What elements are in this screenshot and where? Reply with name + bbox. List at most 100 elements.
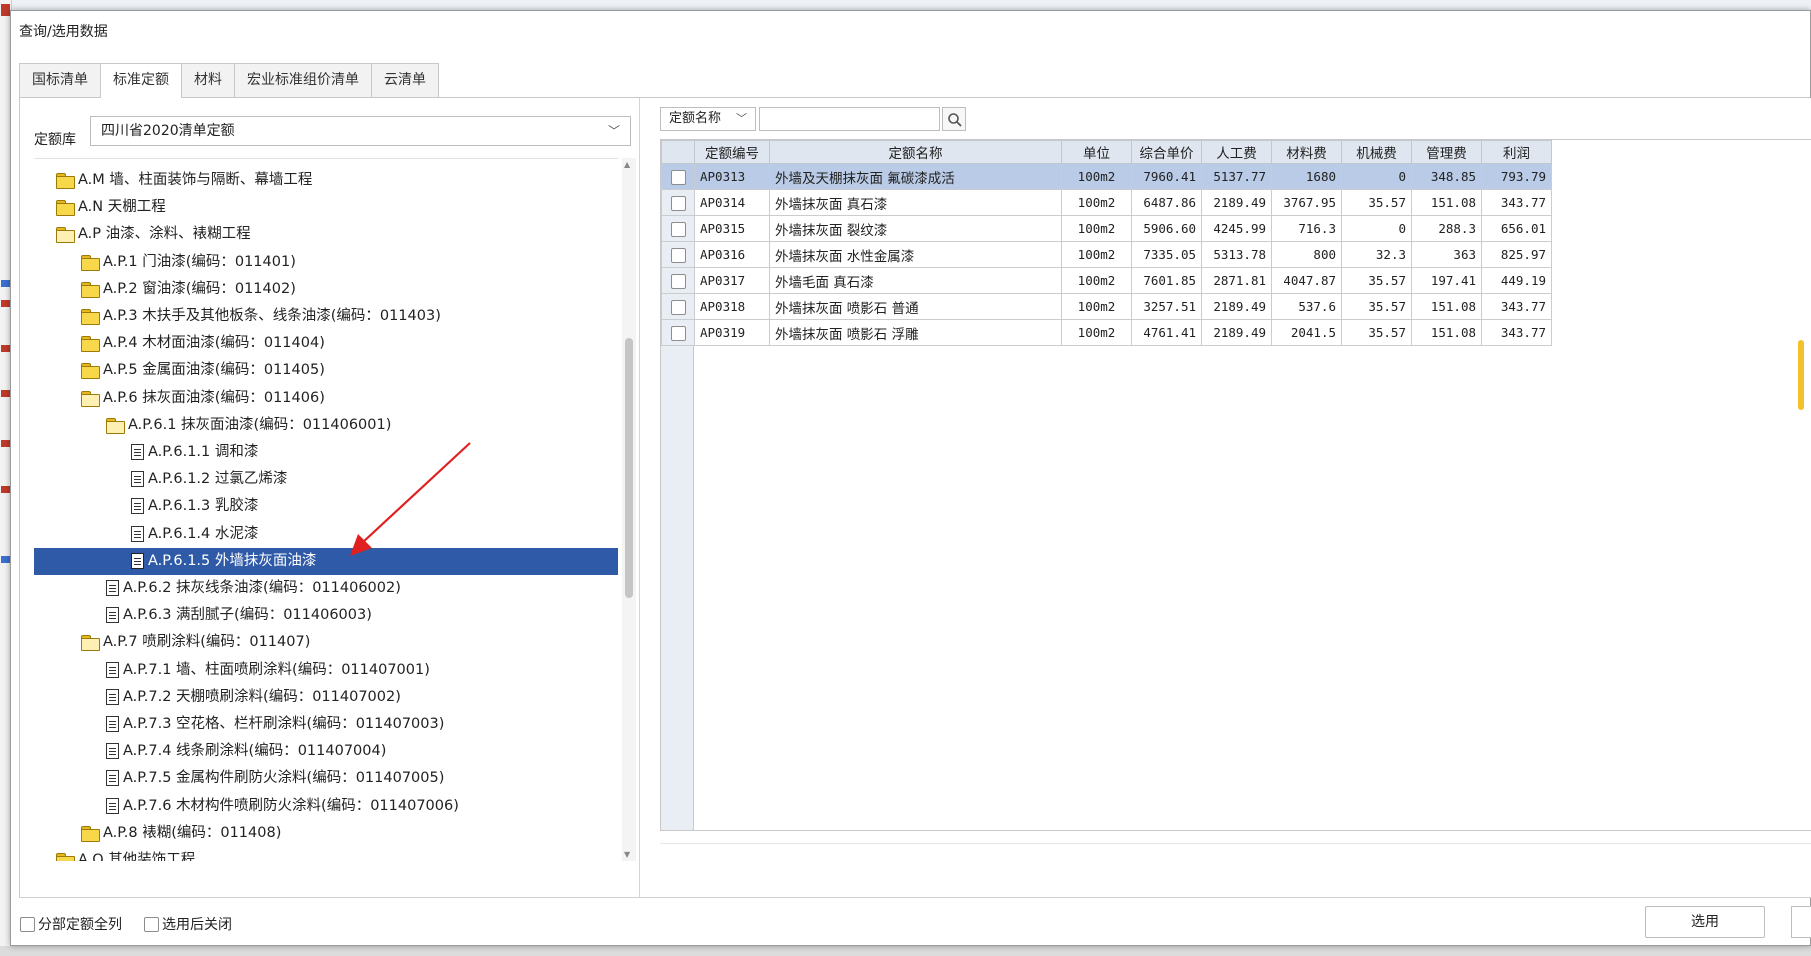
tree-item[interactable]: A.P.4 木材面油漆(编码：011404) <box>34 330 618 357</box>
row-checkbox[interactable] <box>670 221 686 237</box>
tree-item-label: A.P.4 木材面油漆(编码：011404) <box>103 335 325 352</box>
quota-library-select[interactable]: 四川省2020清单定额 ﹀ <box>90 116 631 146</box>
table-row[interactable]: AP0319 外墙抹灰面 喷影石 浮雕 100m2 4761.41 2189.49 204… <box>661 319 1552 346</box>
tree-item[interactable]: A.P.7.4 线条刷涂料(编码：011407004) <box>34 738 618 765</box>
tree-scrollbar-thumb[interactable] <box>625 338 633 598</box>
dialog-titlebar: 查询/选用数据 <box>11 11 1810 51</box>
scroll-down-icon[interactable]: ▼ <box>624 850 630 859</box>
search-button[interactable] <box>942 107 966 131</box>
tree-item[interactable]: A.P.6.1.5 外墙抹灰面油漆 <box>34 547 618 575</box>
table-row[interactable]: AP0315 外墙抹灰面 裂纹漆 100m2 5906.60 4245.99 716.3 0… <box>661 215 1552 242</box>
row-checkbox-cell[interactable] <box>661 189 695 216</box>
tree-item[interactable]: A.P.7.2 天棚喷刷涂料(编码：011407002) <box>34 684 618 711</box>
col-header-name[interactable]: 定额名称 <box>769 140 1062 164</box>
col-header-unit[interactable]: 单位 <box>1061 140 1132 164</box>
close-after-select-label: 选用后关闭 <box>162 917 232 933</box>
row-checkbox-cell[interactable] <box>661 215 695 242</box>
col-header-machine[interactable]: 机械费 <box>1341 140 1412 164</box>
cell-machine: 0 <box>1341 163 1412 190</box>
row-checkbox[interactable] <box>670 195 686 211</box>
close-after-select-checkbox[interactable]: 选用后关闭 <box>144 914 232 934</box>
tree-item[interactable]: A.P.6.1.4 水泥漆 <box>34 521 618 548</box>
row-checkbox[interactable] <box>670 325 686 341</box>
col-header-labor[interactable]: 人工费 <box>1201 140 1272 164</box>
tree-item[interactable]: A.P.6.1.1 调和漆 <box>34 439 618 466</box>
row-checkbox-cell[interactable] <box>661 293 695 320</box>
tree-item-label: A.P.6.3 满刮腻子(编码：011406003) <box>123 607 372 624</box>
tree-item[interactable]: A.P.7 喷刷涂料(编码：011407) <box>34 629 618 656</box>
tree-item[interactable]: A.P.6.1.3 乳胶漆 <box>34 493 618 520</box>
table-row[interactable]: AP0313 外墙及天棚抹灰面 氟碳漆成活 100m2 7960.41 5137.77 1… <box>661 163 1552 190</box>
table-row[interactable]: AP0317 外墙毛面 真石漆 100m2 7601.85 2871.81 4047.87… <box>661 267 1552 294</box>
chevron-down-icon: ﹀ <box>607 124 620 138</box>
folder-closed-icon <box>81 281 100 298</box>
cell-code: AP0313 <box>694 163 770 190</box>
table-row[interactable]: AP0314 外墙抹灰面 真石漆 100m2 6487.86 2189.49 3767.9… <box>661 189 1552 216</box>
row-checkbox[interactable] <box>670 247 686 263</box>
tree-item[interactable]: A.P.7.6 木材构件喷刷防火涂料(编码：011407006) <box>34 793 618 820</box>
scroll-up-icon[interactable]: ▲ <box>624 160 630 169</box>
tab-hongye-standard-list[interactable]: 宏业标准组价清单 <box>234 63 372 97</box>
tree-item[interactable]: A.P.3 木扶手及其他板条、线条油漆(编码：011403) <box>34 303 618 330</box>
tree-item[interactable]: A.P.5 金属面油漆(编码：011405) <box>34 357 618 384</box>
cell-name: 外墙抹灰面 裂纹漆 <box>769 215 1062 242</box>
show-all-quota-checkbox[interactable]: 分部定额全列 <box>20 914 122 934</box>
row-checkbox-cell[interactable] <box>661 163 695 190</box>
tree-item[interactable]: A.P.7.3 空花格、栏杆刷涂料(编码：011407003) <box>34 711 618 738</box>
quota-list-panel: 定额名称 ﹀ 定额编号 定额名称 单位 综合单价 人工费 材料费 机械费 管理费… <box>641 98 1811 898</box>
tree-item[interactable]: A.M 墙、柱面装饰与隔断、幕墙工程 <box>34 167 618 194</box>
cell-code: AP0319 <box>694 319 770 346</box>
tree-item-label: A.P.7 喷刷涂料(编码：011407) <box>103 634 311 651</box>
cell-name: 外墙及天棚抹灰面 氟碳漆成活 <box>769 163 1062 190</box>
tree-item[interactable]: A.P.6.1.2 过氯乙烯漆 <box>34 466 618 493</box>
row-checkbox[interactable] <box>670 299 686 315</box>
cell-material: 1680 <box>1271 163 1342 190</box>
row-checkbox-cell[interactable] <box>661 319 695 346</box>
search-field-select[interactable]: 定额名称 ﹀ <box>660 107 756 131</box>
row-checkbox-cell[interactable] <box>661 241 695 268</box>
search-input[interactable] <box>759 107 940 131</box>
select-button[interactable]: 选用 <box>1645 906 1765 938</box>
tree-item-label: A.P.2 窗油漆(编码：011402) <box>103 280 296 297</box>
cell-unit-price: 7960.41 <box>1131 163 1202 190</box>
checkbox-box[interactable] <box>144 916 159 932</box>
tab-materials[interactable]: 材料 <box>181 63 235 97</box>
tree-item[interactable]: A.P.6 抹灰面油漆(编码：011406) <box>34 385 618 412</box>
cancel-button[interactable] <box>1791 906 1811 938</box>
table-row[interactable]: AP0316 外墙抹灰面 水性金属漆 100m2 7335.05 5313.78 800 3… <box>661 241 1552 268</box>
tree-item[interactable]: A.P.6.1 抹灰面油漆(编码：011406001) <box>34 412 618 439</box>
tree-item[interactable]: A.N 天棚工程 <box>34 194 618 221</box>
cell-management: 197.41 <box>1411 267 1482 294</box>
tree-item[interactable]: A.Q 其他装饰工程 <box>34 847 618 861</box>
col-header-code[interactable]: 定额编号 <box>694 140 770 164</box>
cell-profit: 449.19 <box>1481 267 1552 294</box>
tree-item[interactable]: A.P.7.1 墙、柱面喷刷涂料(编码：011407001) <box>34 657 618 684</box>
folder-open-icon <box>106 417 125 434</box>
cell-management: 151.08 <box>1411 189 1482 216</box>
checkbox-box[interactable] <box>20 916 35 932</box>
tab-national-list[interactable]: 国标清单 <box>19 63 101 97</box>
tree-item-label: A.P.7.4 线条刷涂料(编码：011407004) <box>123 743 387 760</box>
row-checkbox[interactable] <box>670 169 686 185</box>
tab-cloud-list[interactable]: 云清单 <box>371 63 439 97</box>
tree-item[interactable]: A.P.6.2 抹灰线条油漆(编码：011406002) <box>34 575 618 602</box>
row-checkbox[interactable] <box>670 273 686 289</box>
col-header-profit[interactable]: 利润 <box>1481 140 1552 164</box>
col-header-management[interactable]: 管理费 <box>1411 140 1482 164</box>
tree-item[interactable]: A.P.8 裱糊(编码：011408) <box>34 820 618 847</box>
tree-item-label: A.P.7.6 木材构件喷刷防火涂料(编码：011407006) <box>123 797 459 814</box>
tree-item[interactable]: A.P.7.5 金属构件刷防火涂料(编码：011407005) <box>34 765 618 792</box>
tree-item[interactable]: A.P 油漆、涂料、裱糊工程 <box>34 221 618 248</box>
document-icon <box>131 498 144 515</box>
col-header-unit-price[interactable]: 综合单价 <box>1131 140 1202 164</box>
col-header-material[interactable]: 材料费 <box>1271 140 1342 164</box>
tab-standard-quota[interactable]: 标准定额 <box>100 63 182 98</box>
tree-item[interactable]: A.P.2 窗油漆(编码：011402) <box>34 276 618 303</box>
table-row[interactable]: AP0318 外墙抹灰面 喷影石 普通 100m2 3257.51 2189.49 537… <box>661 293 1552 320</box>
cell-name: 外墙毛面 真石漆 <box>769 267 1062 294</box>
row-checkbox-cell[interactable] <box>661 267 695 294</box>
tree-item[interactable]: A.P.1 门油漆(编码：011401) <box>34 249 618 276</box>
tree-item-label: A.P.6.1 抹灰面油漆(编码：011406001) <box>128 416 392 433</box>
tree-scrollbar[interactable]: ▲ ▼ <box>622 158 636 861</box>
tree-item[interactable]: A.P.6.3 满刮腻子(编码：011406003) <box>34 602 618 629</box>
